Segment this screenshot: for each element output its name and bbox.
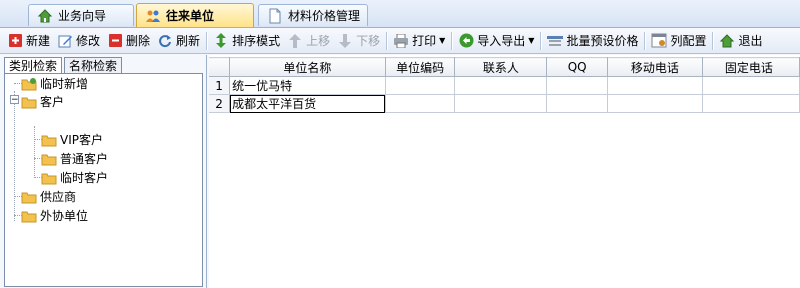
tree-node-outsourcing[interactable]: 外协单位 xyxy=(21,207,88,224)
folder-icon xyxy=(21,192,37,203)
row-number: 1 xyxy=(209,76,231,95)
batch-price-button[interactable]: 批量预设价格 xyxy=(544,30,641,52)
column-header-phone[interactable]: 固定电话 xyxy=(702,57,800,77)
cell-code[interactable] xyxy=(385,76,456,95)
chevron-down-icon: ▼ xyxy=(528,36,535,45)
tab-material-price[interactable]: 材料价格管理 xyxy=(258,4,368,26)
people-icon xyxy=(145,8,161,24)
cell-code[interactable] xyxy=(385,94,456,113)
folder-new-icon xyxy=(21,77,37,90)
tree-node-customers[interactable]: 客户 xyxy=(21,93,64,110)
tree-line xyxy=(34,126,35,176)
table-row[interactable]: 2 成都太平洋百货 xyxy=(209,94,800,113)
column-header-name[interactable]: 单位名称 xyxy=(229,57,386,77)
cell-phone[interactable] xyxy=(702,76,800,95)
home-icon xyxy=(37,8,53,24)
column-header-mobile[interactable]: 移动电话 xyxy=(607,57,703,77)
tab-contact-units[interactable]: 往来单位 xyxy=(136,3,254,27)
edit-icon xyxy=(57,33,73,49)
units-table: 单位名称 单位编码 联系人 QQ 移动电话 固定电话 1 统一优马特 2 成都太… xyxy=(209,57,800,113)
arrow-down-icon xyxy=(337,33,353,49)
tab-label: 材料价格管理 xyxy=(288,9,361,23)
cell-contact[interactable] xyxy=(454,94,548,113)
column-header-contact[interactable]: 联系人 xyxy=(454,57,548,77)
refresh-button[interactable]: 刷新 xyxy=(154,30,203,52)
chevron-down-icon: ▼ xyxy=(439,36,446,45)
search-mode-tabs: 类别检索 名称检索 xyxy=(4,57,124,74)
printer-icon xyxy=(393,33,409,49)
new-button[interactable]: 新建 xyxy=(4,30,53,52)
document-icon xyxy=(267,8,283,24)
folder-icon xyxy=(41,154,57,165)
folder-icon xyxy=(21,211,37,222)
tree-node-temp-customers[interactable]: 临时客户 xyxy=(41,169,108,186)
import-export-button[interactable]: 导入导出 ▼ xyxy=(455,30,537,52)
config-icon xyxy=(651,33,667,49)
refresh-icon xyxy=(157,33,173,49)
toolbar-separator xyxy=(451,31,454,50)
cell-name[interactable]: 成都太平洋百货 xyxy=(229,94,386,113)
tab-business-guide[interactable]: 业务向导 xyxy=(28,4,134,26)
toolbar: 新建 修改 删除 刷新 排序模式 上移 下移 打印 ▼ 导入导出 ▼ 批量预设价… xyxy=(0,28,800,54)
column-header-code[interactable]: 单位编码 xyxy=(385,57,456,77)
sort-icon xyxy=(213,33,229,49)
module-tab-bar: 业务向导 往来单位 材料价格管理 xyxy=(0,0,800,28)
price-icon xyxy=(547,33,564,49)
category-panel: 类别检索 名称检索 临时新增 − 客户 VIP客户 普通客户 临时客户 供应商 … xyxy=(0,55,207,288)
cell-name[interactable]: 统一优马特 xyxy=(229,76,386,95)
toolbar-separator xyxy=(712,31,715,50)
row-number-header xyxy=(209,57,231,77)
folder-icon xyxy=(41,173,57,184)
tree-collapse-toggle[interactable]: − xyxy=(10,95,19,105)
plus-icon xyxy=(7,33,23,49)
toolbar-separator xyxy=(540,31,543,50)
toolbar-separator xyxy=(386,31,389,50)
column-header-qq[interactable]: QQ xyxy=(546,57,608,77)
tree-node-regular-customers[interactable]: 普通客户 xyxy=(41,150,108,167)
folder-open-icon xyxy=(21,97,37,108)
sort-mode-button[interactable]: 排序模式 xyxy=(210,30,283,52)
cell-mobile[interactable] xyxy=(607,76,703,95)
cell-mobile[interactable] xyxy=(607,94,703,113)
arrow-up-icon xyxy=(287,33,303,49)
cell-qq[interactable] xyxy=(546,94,608,113)
tab-name-search[interactable]: 名称检索 xyxy=(64,57,123,74)
row-number: 2 xyxy=(209,94,231,113)
print-button[interactable]: 打印 ▼ xyxy=(390,30,448,52)
import-export-icon xyxy=(458,33,474,49)
delete-button[interactable]: 删除 xyxy=(104,30,153,52)
tab-label: 往来单位 xyxy=(166,9,215,23)
exit-icon xyxy=(719,33,735,49)
minus-icon xyxy=(107,33,123,49)
tree-node-vip-customers[interactable]: VIP客户 xyxy=(41,131,103,148)
tree-line xyxy=(14,91,15,221)
move-down-button[interactable]: 下移 xyxy=(334,30,383,52)
splitter-grip[interactable]: :::: xyxy=(201,259,207,284)
tree-node-suppliers[interactable]: 供应商 xyxy=(21,188,76,205)
edit-button[interactable]: 修改 xyxy=(54,30,103,52)
move-up-button[interactable]: 上移 xyxy=(284,30,333,52)
toolbar-separator xyxy=(644,31,647,50)
tab-category-search[interactable]: 类别检索 xyxy=(4,57,63,74)
exit-button[interactable]: 退出 xyxy=(716,30,765,52)
cell-contact[interactable] xyxy=(454,76,548,95)
tab-label: 业务向导 xyxy=(58,9,107,23)
tree-node-temp-new[interactable]: 临时新增 xyxy=(21,75,88,92)
units-grid: 单位名称 单位编码 联系人 QQ 移动电话 固定电话 1 统一优马特 2 成都太… xyxy=(209,55,800,288)
column-config-button[interactable]: 列配置 xyxy=(648,30,709,52)
toolbar-separator xyxy=(206,31,209,50)
category-tree: 临时新增 − 客户 VIP客户 普通客户 临时客户 供应商 外协单位 xyxy=(4,73,203,287)
table-header-row: 单位名称 单位编码 联系人 QQ 移动电话 固定电话 xyxy=(209,57,800,77)
folder-icon xyxy=(41,135,57,146)
cell-phone[interactable] xyxy=(702,94,800,113)
table-row[interactable]: 1 统一优马特 xyxy=(209,76,800,95)
cell-qq[interactable] xyxy=(546,76,608,95)
